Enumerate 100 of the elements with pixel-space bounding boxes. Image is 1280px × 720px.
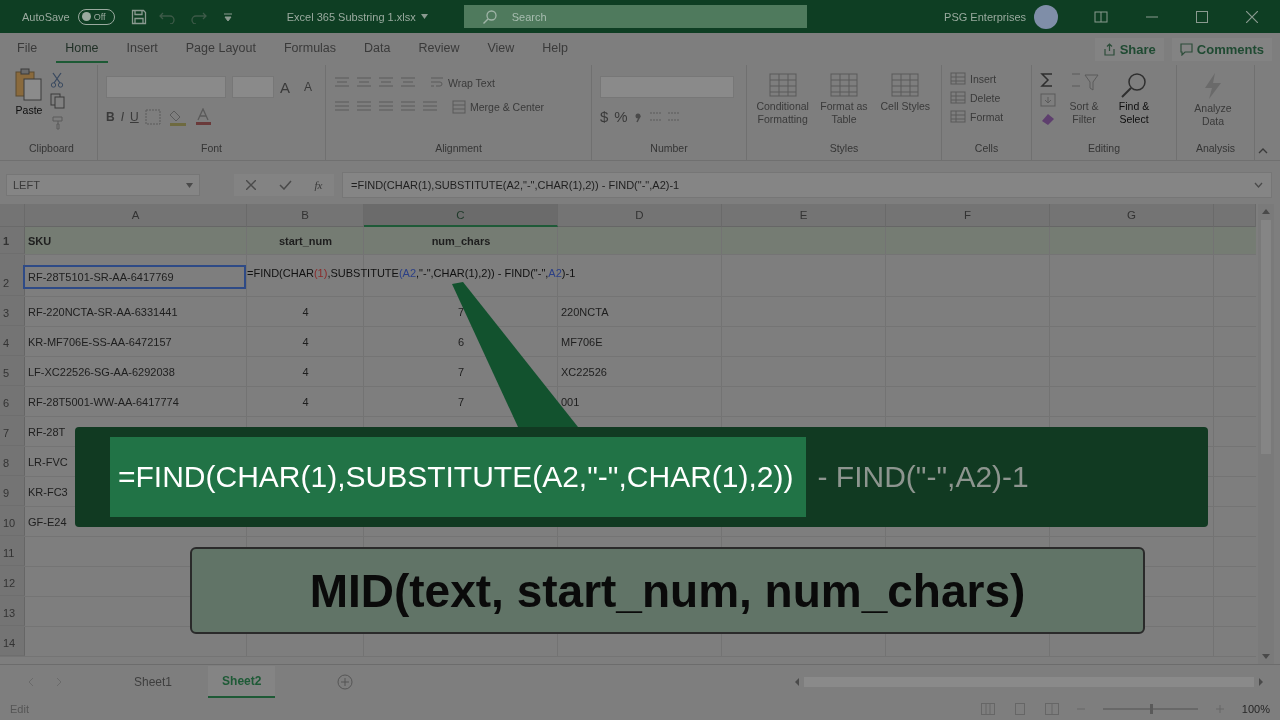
scroll-left-icon[interactable] <box>794 678 800 686</box>
eraser-icon[interactable] <box>1040 112 1056 126</box>
table-cell: 4 <box>302 395 309 408</box>
search-field[interactable]: Search <box>463 5 807 28</box>
paste-button[interactable]: Paste <box>14 68 44 117</box>
scroll-right-icon[interactable] <box>1258 678 1264 686</box>
table-cell: 7 <box>457 395 465 408</box>
table-cell: SKU <box>28 234 52 247</box>
menu-tab[interactable]: Help <box>533 35 578 63</box>
menu-tab[interactable]: File <box>8 35 47 63</box>
formula-input[interactable]: =FIND(CHAR(1),SUBSTITUTE(A2,"-",CHAR(1),2)) - FIND("-",A2)-1 <box>342 172 1272 198</box>
table-cell: RF-28T5001-WW-AA-6417774 <box>28 395 179 408</box>
autosave-label: AutoSave <box>22 10 70 23</box>
font-color-icon[interactable] <box>194 108 213 126</box>
table-grid-icon <box>767 72 798 98</box>
minimize-icon[interactable] <box>1146 15 1158 18</box>
mid-syntax-text: MID(text, start_num, num_chars) <box>309 563 1026 618</box>
expand-icon[interactable] <box>1254 182 1263 188</box>
menu-tab[interactable]: Review <box>409 35 469 63</box>
table-cell: 001 <box>561 395 580 408</box>
caret-icon <box>186 182 193 188</box>
page-break-icon[interactable] <box>1044 703 1059 715</box>
zoom-slider-thumb[interactable] <box>1150 704 1154 714</box>
vertical-scrollbar[interactable] <box>1258 204 1274 664</box>
row-header[interactable]: 5 <box>0 357 25 386</box>
row-header[interactable]: 6 <box>0 387 25 416</box>
copy-icon[interactable] <box>50 93 66 109</box>
row-header[interactable]: 10 <box>0 507 25 536</box>
table-grid-icon <box>890 72 921 98</box>
ribbon-group-label: Clipboard <box>29 142 74 154</box>
row-header[interactable]: 12 <box>0 567 25 596</box>
ribbon-group-label: Number <box>650 142 688 154</box>
zoom-level[interactable]: 100% <box>1241 703 1270 715</box>
scroll-up-icon[interactable] <box>1262 208 1270 214</box>
menu-tab[interactable]: Home <box>56 35 108 63</box>
close-icon[interactable] <box>1246 10 1258 23</box>
maximize-icon[interactable] <box>1196 10 1208 23</box>
table-cell: start_num <box>278 234 333 247</box>
save-icon[interactable] <box>130 8 147 25</box>
caret-icon[interactable] <box>420 14 428 19</box>
autosum-icon[interactable] <box>1040 72 1054 88</box>
collapse-ribbon-icon[interactable] <box>1258 148 1268 154</box>
scissors-icon[interactable] <box>50 72 64 88</box>
table-cell: 6 <box>457 335 465 348</box>
ribbon-group-label: Analysis <box>1195 142 1236 154</box>
ribbon-group-label: Editing <box>1087 142 1121 154</box>
share-icon <box>1102 42 1116 56</box>
row-header[interactable]: 11 <box>0 537 25 566</box>
comments-button[interactable]: Comments <box>1171 37 1272 61</box>
table-cell: 7 <box>457 305 465 318</box>
table-cell: 4 <box>302 365 309 378</box>
editing-button[interactable]: Find & Select <box>1112 68 1156 126</box>
row-header[interactable]: 3 <box>0 297 25 326</box>
row-header[interactable]: 4 <box>0 327 25 356</box>
menu-tab[interactable]: Data <box>355 35 400 63</box>
row-header[interactable]: 2 <box>0 255 25 296</box>
table-cell: 4 <box>302 335 309 348</box>
menu-tab[interactable]: Page Layout <box>176 35 265 63</box>
share-button[interactable]: Share <box>1094 37 1164 61</box>
avatar[interactable] <box>1034 4 1058 29</box>
sheet-tab[interactable]: Sheet2 <box>208 666 276 698</box>
add-sheet-icon[interactable] <box>337 674 354 690</box>
menu-tab[interactable]: Formulas <box>274 35 346 63</box>
customize-caret-icon[interactable] <box>222 11 233 22</box>
comment-icon <box>1179 42 1193 56</box>
borders-icon[interactable] <box>144 109 163 125</box>
table-cell: RF-220NCTA-SR-AA-6331441 <box>28 305 178 318</box>
scroll-down-icon[interactable] <box>1262 654 1270 660</box>
insert-function-button[interactable]: fx <box>314 179 323 191</box>
formula-remainder: - FIND("-",A2)-1 <box>817 460 1029 494</box>
user-name[interactable]: PSG Enterprises <box>944 10 1026 23</box>
enter-icon[interactable] <box>278 180 292 190</box>
table-cell: 7 <box>457 365 465 378</box>
menu-tab[interactable]: View <box>478 35 524 63</box>
sheet-tab[interactable]: Sheet1 <box>120 667 187 697</box>
table-cell: RF-28T5101-SR-AA-6417769 <box>25 267 244 287</box>
file-name[interactable]: Excel 365 Substring 1.xlsx <box>286 10 416 23</box>
row-header[interactable]: 9 <box>0 477 25 506</box>
row-header[interactable]: 8 <box>0 447 25 476</box>
fill-icon[interactable] <box>1040 93 1056 107</box>
menu-tab[interactable]: Insert <box>117 35 167 63</box>
row-header[interactable]: 1 <box>0 227 25 254</box>
ribbon-group-label: Styles <box>829 142 859 154</box>
column-header[interactable]: C <box>364 204 558 227</box>
ribbon-group-label: Font <box>201 142 222 154</box>
table-cell: 220NCTA <box>561 305 609 318</box>
cancel-icon[interactable] <box>245 180 256 190</box>
cells-icon <box>950 110 966 123</box>
name-box[interactable]: LEFT <box>6 174 200 196</box>
ribbon-display-icon[interactable] <box>1094 10 1108 23</box>
normal-view-icon[interactable] <box>980 703 995 715</box>
fill-color-icon[interactable] <box>168 108 189 126</box>
cells-icon <box>950 91 966 104</box>
merge-icon <box>452 100 466 114</box>
page-layout-icon[interactable] <box>1012 703 1027 715</box>
horizontal-scrollbar[interactable] <box>794 675 1264 689</box>
row-header[interactable]: 7 <box>0 417 25 446</box>
row-header[interactable]: 14 <box>0 627 25 656</box>
row-header[interactable]: 13 <box>0 597 25 626</box>
format-painter-icon[interactable] <box>50 114 66 130</box>
